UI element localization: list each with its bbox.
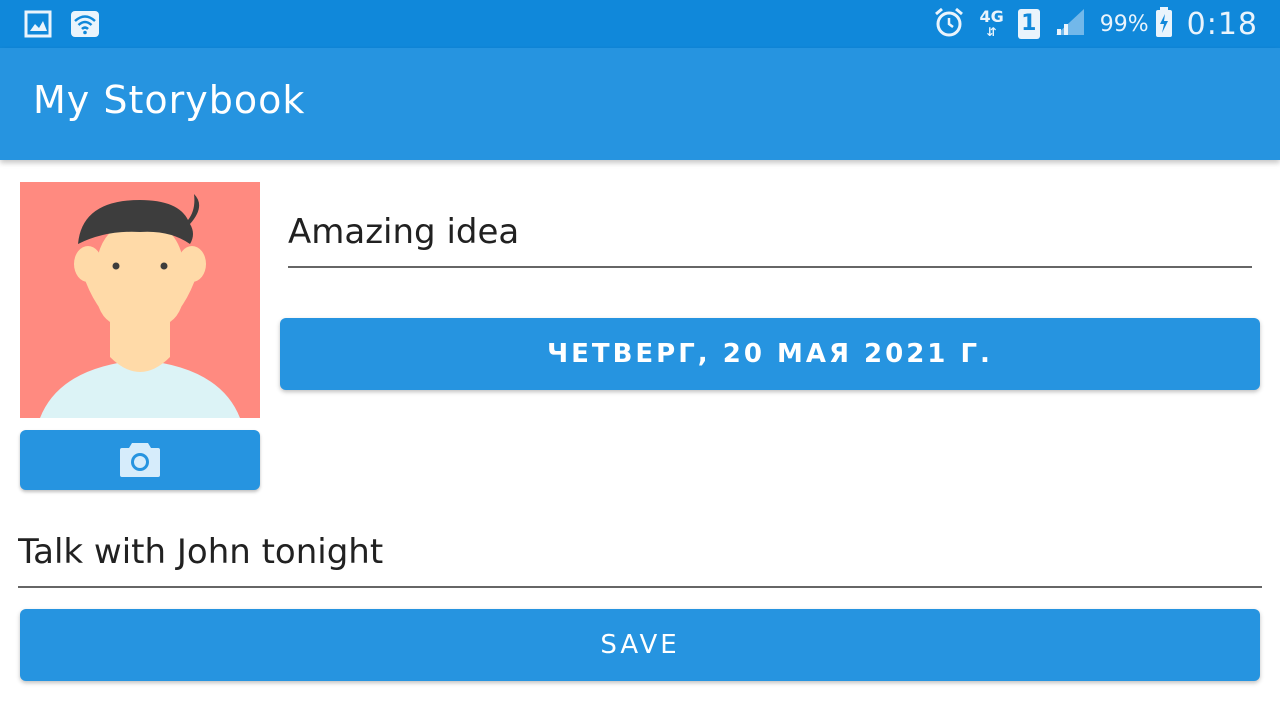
status-left-icons bbox=[24, 10, 100, 42]
alarm-icon bbox=[933, 6, 965, 42]
story-image[interactable] bbox=[20, 182, 260, 418]
app-bar: My Storybook bbox=[0, 48, 1280, 160]
app-title: My Storybook bbox=[33, 78, 306, 122]
save-button[interactable]: SAVE bbox=[20, 609, 1260, 681]
camera-button[interactable] bbox=[20, 430, 260, 490]
gallery-icon bbox=[24, 10, 52, 42]
title-input[interactable] bbox=[288, 204, 1252, 268]
network-type: 4G ⇵ bbox=[979, 6, 1004, 39]
description-input[interactable] bbox=[18, 524, 1262, 588]
camera-icon bbox=[119, 441, 161, 480]
data-arrows-icon: ⇵ bbox=[986, 24, 997, 39]
status-right-icons: 4G ⇵ 1 99% 0:18 bbox=[919, 6, 1258, 42]
person-avatar-icon bbox=[20, 182, 260, 418]
network-type-label: 4G bbox=[979, 6, 1004, 26]
status-bar: 4G ⇵ 1 99% 0:18 bbox=[0, 0, 1280, 48]
status-time: 0:18 bbox=[1186, 6, 1258, 42]
date-button[interactable]: ЧЕТВЕРГ, 20 МАЯ 2021 Г. bbox=[280, 318, 1260, 390]
signal-icon bbox=[1054, 7, 1086, 41]
sim-slot-badge: 1 bbox=[1017, 9, 1040, 39]
battery-percent: 99% bbox=[1099, 11, 1149, 37]
battery-charging-icon bbox=[1155, 7, 1173, 41]
wifi-icon bbox=[70, 10, 100, 42]
